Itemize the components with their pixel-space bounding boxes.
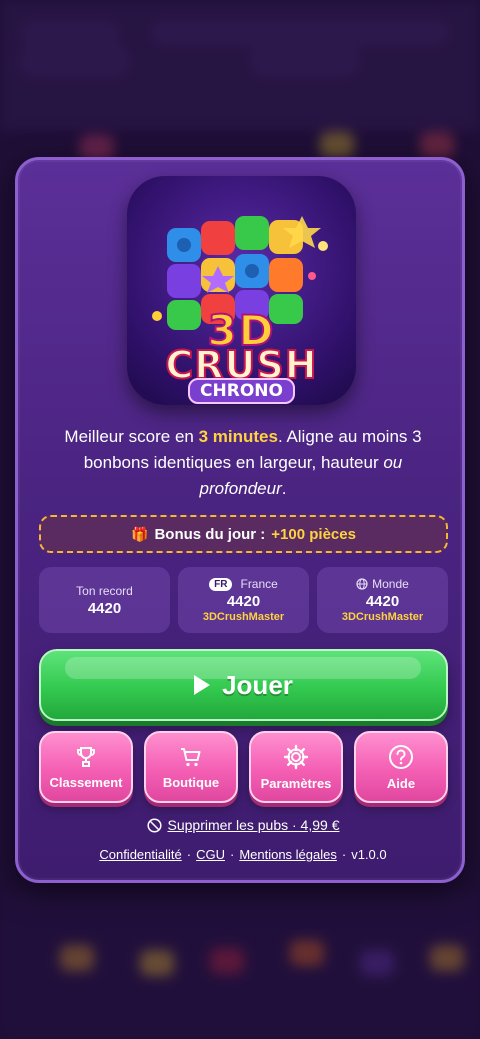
play-label: Jouer: [222, 669, 293, 700]
no-ads-icon: [146, 817, 162, 833]
description-text: Meilleur score en: [64, 427, 199, 446]
stat-value: 4420: [226, 593, 261, 610]
action-label: Boutique: [162, 774, 220, 790]
game-description: Meilleur score en 3 minutes. Aligne au m…: [48, 424, 438, 502]
play-icon: [194, 675, 211, 695]
cart-icon: [181, 747, 201, 766]
game-logo: 3D CRUSH CHRONO: [127, 176, 356, 405]
bonus-label: Bonus du jour :: [154, 525, 266, 543]
action-label: Paramètres: [260, 775, 332, 791]
help-icon: [389, 744, 413, 769]
action-label: Aide: [386, 775, 416, 791]
separator: ·: [229, 847, 235, 862]
stat-label-row: Monde: [356, 577, 409, 591]
stat-label-row: FR France: [209, 577, 278, 591]
settings-button[interactable]: Paramètres: [249, 731, 343, 803]
remove-ads-label: Supprimer les pubs · 4,99 €: [167, 817, 340, 833]
stat-france-record: FR France 4420 3DCrushMaster: [178, 567, 309, 633]
separator: ·: [341, 847, 347, 862]
legal-link[interactable]: Mentions légales: [239, 847, 337, 862]
globe-icon: [356, 578, 368, 590]
score-stats: Ton record 4420 FR France 4420 3DCrushMas…: [39, 567, 448, 633]
stat-label: Ton record: [76, 583, 133, 598]
footer-links: Confidentialité · CGU · Mentions légales · v1.…: [18, 847, 468, 862]
action-label: Classement: [49, 774, 123, 790]
help-button[interactable]: Aide: [354, 731, 448, 803]
remove-ads-link[interactable]: Supprimer les pubs · 4,99 €: [18, 817, 468, 833]
stat-value: 4420: [365, 593, 400, 610]
play-button[interactable]: Jouer: [39, 649, 448, 721]
version-text: v1.0.0: [351, 847, 387, 862]
stat-personal-record: Ton record 4420: [39, 567, 170, 633]
logo-chrono-text: CHRONO: [127, 378, 356, 404]
separator: ·: [186, 847, 192, 862]
stat-player: 3DCrushMaster: [202, 611, 285, 623]
stat-label: Monde: [372, 577, 409, 591]
daily-bonus-banner: 🎁 Bonus du jour : +100 pièces: [39, 515, 448, 553]
bonus-amount: +100 pièces: [271, 525, 356, 543]
gear-icon: [283, 744, 309, 769]
description-highlight: 3 minutes: [198, 427, 278, 446]
trophy-icon: [77, 746, 95, 767]
stat-value: 4420: [87, 599, 122, 617]
description-text: .: [281, 479, 287, 498]
stat-label: France: [240, 577, 278, 591]
france-badge: FR: [209, 577, 233, 591]
gift-icon: 🎁: [131, 525, 149, 542]
stat-player: 3DCrushMaster: [341, 611, 424, 623]
stat-world-record: Monde 4420 3DCrushMaster: [317, 567, 448, 633]
leaderboard-button[interactable]: Classement: [39, 731, 133, 803]
game-start-modal: 3D CRUSH CHRONO Meilleur score en 3 minu…: [15, 157, 465, 883]
shop-button[interactable]: Boutique: [144, 731, 238, 803]
action-buttons: Classement Boutique Paramètres Aide: [39, 731, 448, 803]
logo-chrono-label: CHRONO: [188, 378, 295, 404]
privacy-link[interactable]: Confidentialité: [99, 847, 181, 862]
terms-link[interactable]: CGU: [196, 847, 225, 862]
